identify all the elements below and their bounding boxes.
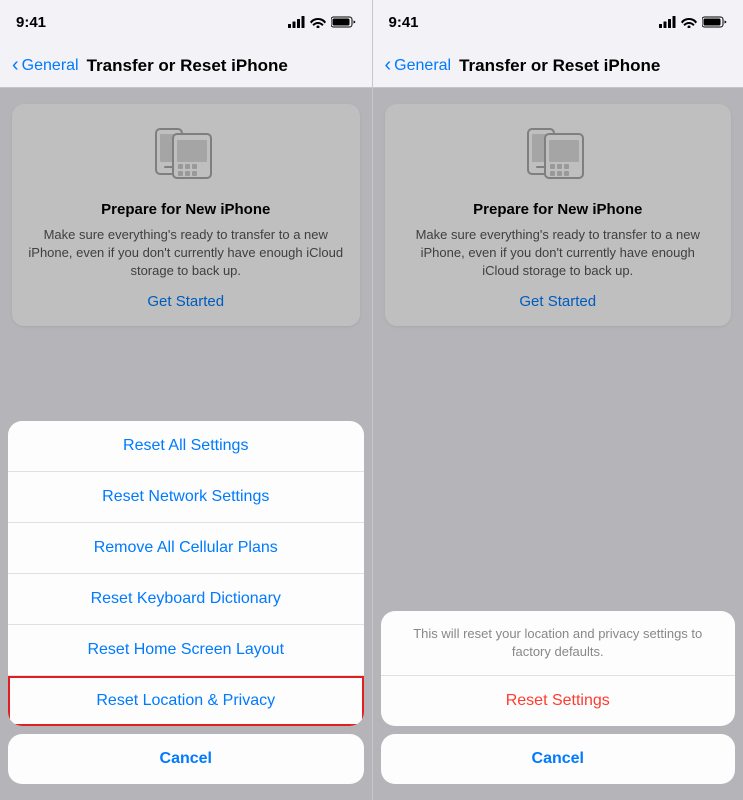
confirm-description: This will reset your location and privac… — [381, 611, 736, 676]
wifi-icon — [310, 16, 326, 28]
cancel-button-right[interactable]: Cancel — [381, 734, 736, 784]
chevron-left-icon: ‹ — [12, 55, 19, 75]
back-button-left[interactable]: ‹ General — [12, 56, 79, 75]
left-phone-panel: 9:41 ‹ Gen — [0, 0, 372, 800]
action-sheet-group: Reset All Settings Reset Network Setting… — [8, 421, 364, 726]
right-phone-panel: 9:41 ‹ General Transfe — [372, 0, 743, 800]
signal-icon-right — [659, 16, 676, 28]
signal-icon — [288, 16, 305, 28]
confirm-sheet-right: This will reset your location and privac… — [373, 611, 743, 800]
battery-icon-right — [702, 16, 727, 28]
nav-bar-right: ‹ General Transfer or Reset iPhone — [373, 44, 743, 88]
action-sheet-left: Reset All Settings Reset Network Setting… — [0, 421, 372, 800]
battery-icon — [331, 16, 356, 28]
reset-location-privacy-item[interactable]: Reset Location & Privacy — [8, 676, 364, 726]
reset-keyboard-dictionary-item[interactable]: Reset Keyboard Dictionary — [8, 574, 364, 625]
time-left: 9:41 — [16, 14, 46, 31]
time-right: 9:41 — [389, 14, 419, 31]
remove-cellular-plans-item[interactable]: Remove All Cellular Plans — [8, 523, 364, 574]
nav-bar-left: ‹ General Transfer or Reset iPhone — [0, 44, 372, 88]
reset-network-settings-item[interactable]: Reset Network Settings — [8, 472, 364, 523]
chevron-left-icon-right: ‹ — [385, 55, 392, 75]
cancel-group-right: Cancel — [381, 734, 736, 784]
back-button-right[interactable]: ‹ General — [385, 56, 452, 75]
reset-settings-button[interactable]: Reset Settings — [381, 676, 736, 726]
back-label-left: General — [22, 57, 79, 75]
status-bar-right: 9:41 — [373, 0, 743, 44]
cancel-button-left[interactable]: Cancel — [8, 734, 364, 784]
back-label-right: General — [394, 57, 451, 75]
page-title-right: Transfer or Reset iPhone — [459, 56, 660, 76]
cancel-group-left: Cancel — [8, 734, 364, 784]
page-content-right: Prepare for New iPhone Make sure everyth… — [373, 88, 743, 800]
reset-all-settings-item[interactable]: Reset All Settings — [8, 421, 364, 472]
status-bar-left: 9:41 — [0, 0, 372, 44]
page-content-left: Prepare for New iPhone Make sure everyth… — [0, 88, 372, 800]
reset-home-screen-layout-item[interactable]: Reset Home Screen Layout — [8, 625, 364, 676]
page-title-left: Transfer or Reset iPhone — [87, 56, 288, 76]
confirm-group-right: This will reset your location and privac… — [381, 611, 736, 726]
status-icons-right — [659, 16, 727, 28]
status-icons-left — [288, 16, 356, 28]
wifi-icon-right — [681, 16, 697, 28]
